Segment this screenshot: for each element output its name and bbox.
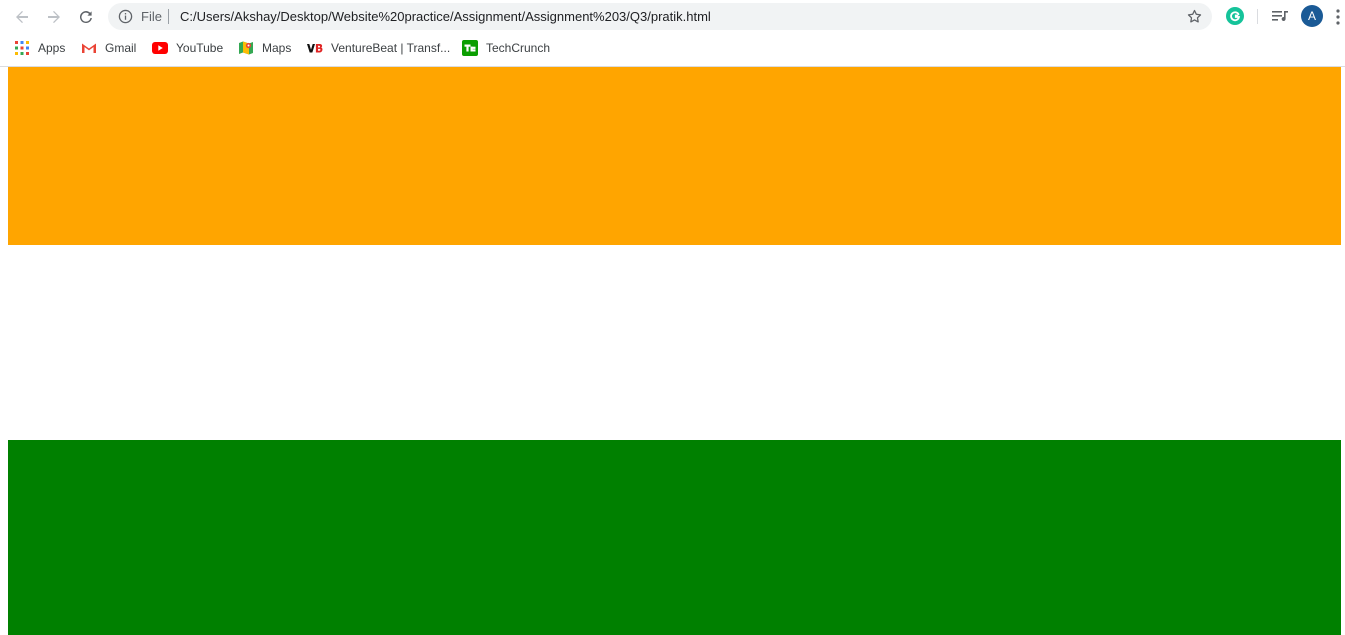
url-text[interactable]: C:/Users/Akshay/Desktop/Website%20practi… — [180, 9, 711, 24]
apps-grid-icon — [14, 40, 30, 56]
bookmark-label: YouTube — [176, 41, 224, 55]
bookmark-youtube[interactable]: YouTube — [152, 38, 223, 58]
reload-button[interactable] — [73, 4, 99, 30]
bookmark-techcrunch[interactable]: TechCrunch — [462, 38, 550, 58]
orange-stripe — [8, 67, 1341, 245]
back-button[interactable] — [9, 4, 35, 30]
forward-arrow-icon — [48, 11, 60, 23]
bookmark-label: TechCrunch — [486, 41, 551, 55]
url-scheme-label: File — [141, 9, 162, 24]
green-stripe — [8, 440, 1341, 635]
bookmark-venturebeat[interactable]: VentureBeat | Transf... — [307, 38, 450, 58]
grammarly-icon — [1226, 7, 1244, 25]
info-icon[interactable] — [118, 9, 133, 24]
youtube-icon — [152, 40, 168, 56]
bookmark-label: Apps — [38, 41, 66, 55]
media-controls-button[interactable] — [1270, 6, 1290, 26]
grammarly-extension-button[interactable] — [1225, 6, 1245, 26]
bookmark-star-icon[interactable] — [1186, 8, 1203, 25]
profile-avatar[interactable]: A — [1301, 5, 1323, 27]
venturebeat-icon — [307, 40, 323, 56]
bookmark-gmail[interactable]: Gmail — [81, 38, 136, 58]
gmail-icon — [81, 40, 97, 56]
bookmarks-bar: Apps Gmail YouTube Maps VentureBeat | Tr… — [0, 36, 1345, 60]
bookmark-label: Maps — [262, 41, 292, 55]
bookmark-apps[interactable]: Apps — [14, 38, 65, 58]
toolbar-divider — [1257, 9, 1258, 24]
techcrunch-icon — [462, 40, 478, 56]
address-bar[interactable]: File C:/Users/Akshay/Desktop/Website%20p… — [108, 3, 1212, 30]
browser-chrome: File C:/Users/Akshay/Desktop/Website%20p… — [0, 0, 1345, 67]
browser-toolbar: File C:/Users/Akshay/Desktop/Website%20p… — [0, 0, 1345, 33]
back-arrow-icon — [16, 11, 28, 23]
omnibox-separator — [168, 9, 169, 24]
bookmark-maps[interactable]: Maps — [238, 38, 291, 58]
bookmark-label: VentureBeat | Transf... — [331, 41, 451, 55]
forward-button[interactable] — [41, 4, 67, 30]
more-menu-icon[interactable] — [1336, 9, 1340, 25]
white-stripe — [8, 245, 1341, 440]
bookmark-label: Gmail — [105, 41, 137, 55]
maps-icon — [238, 40, 254, 56]
reload-icon — [79, 11, 92, 24]
playlist-icon — [1272, 11, 1288, 21]
